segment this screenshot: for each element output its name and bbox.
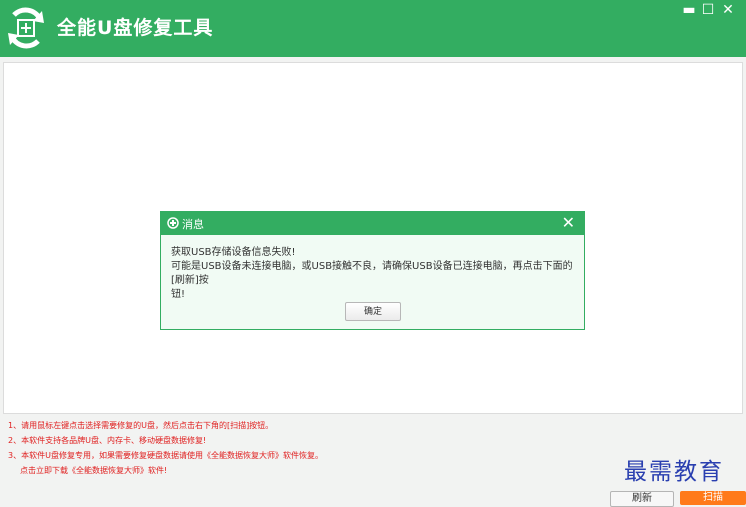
minimize-button[interactable]: ▬ bbox=[679, 0, 699, 20]
instruction-line: 3、本软件U盘修复专用，如果需要修复硬盘数据请使用《全能数据恢复大师》软件恢复。 bbox=[8, 451, 323, 460]
ok-button[interactable]: 确定 bbox=[345, 302, 401, 321]
watermark: 最需教育 bbox=[624, 459, 724, 485]
dialog-header: 消息 ✕ bbox=[161, 212, 584, 235]
instructions: 1、请用鼠标左键点击选择需要修复的U盘，然后点击右下角的[扫描]按钮。 2、本软… bbox=[8, 418, 323, 478]
download-link[interactable]: 点击立即下载《全能数据恢复大师》软件! bbox=[8, 463, 323, 478]
dialog-message-line: 钮! bbox=[171, 289, 186, 300]
dialog-message-line: 可能是USB设备未连接电脑，或USB接触不良，请确保USB设备已连接电脑，再点击… bbox=[171, 261, 573, 286]
dialog-message: 获取USB存储设备信息失败! 可能是USB设备未连接电脑，或USB接触不良，请确… bbox=[171, 246, 576, 302]
message-dialog: 消息 ✕ 获取USB存储设备信息失败! 可能是USB设备未连接电脑，或USB接触… bbox=[160, 211, 585, 330]
app-title: 全能U盘修复工具 bbox=[57, 17, 214, 39]
instruction-line: 1、请用鼠标左键点击选择需要修复的U盘，然后点击右下角的[扫描]按钮。 bbox=[8, 421, 274, 430]
refresh-icon bbox=[167, 217, 179, 229]
close-window-button[interactable]: ✕ bbox=[718, 0, 738, 20]
maximize-button[interactable]: ☐ bbox=[698, 0, 718, 20]
refresh-button-label: 刷新 bbox=[632, 493, 652, 504]
dialog-title: 消息 bbox=[182, 218, 204, 231]
title-bar: 全能U盘修复工具 ▬ ☐ ✕ bbox=[0, 0, 746, 57]
instruction-line: 2、本软件支持各品牌U盘、内存卡、移动硬盘数据修复! bbox=[8, 436, 207, 445]
dialog-close-icon[interactable]: ✕ bbox=[562, 213, 575, 233]
app-logo-icon bbox=[8, 7, 44, 49]
dialog-message-line: 获取USB存储设备信息失败! bbox=[171, 247, 296, 258]
scan-button-label: 扫描 bbox=[703, 492, 723, 503]
refresh-button[interactable]: 刷新 bbox=[610, 491, 674, 507]
scan-button[interactable]: 扫描 bbox=[680, 491, 746, 505]
